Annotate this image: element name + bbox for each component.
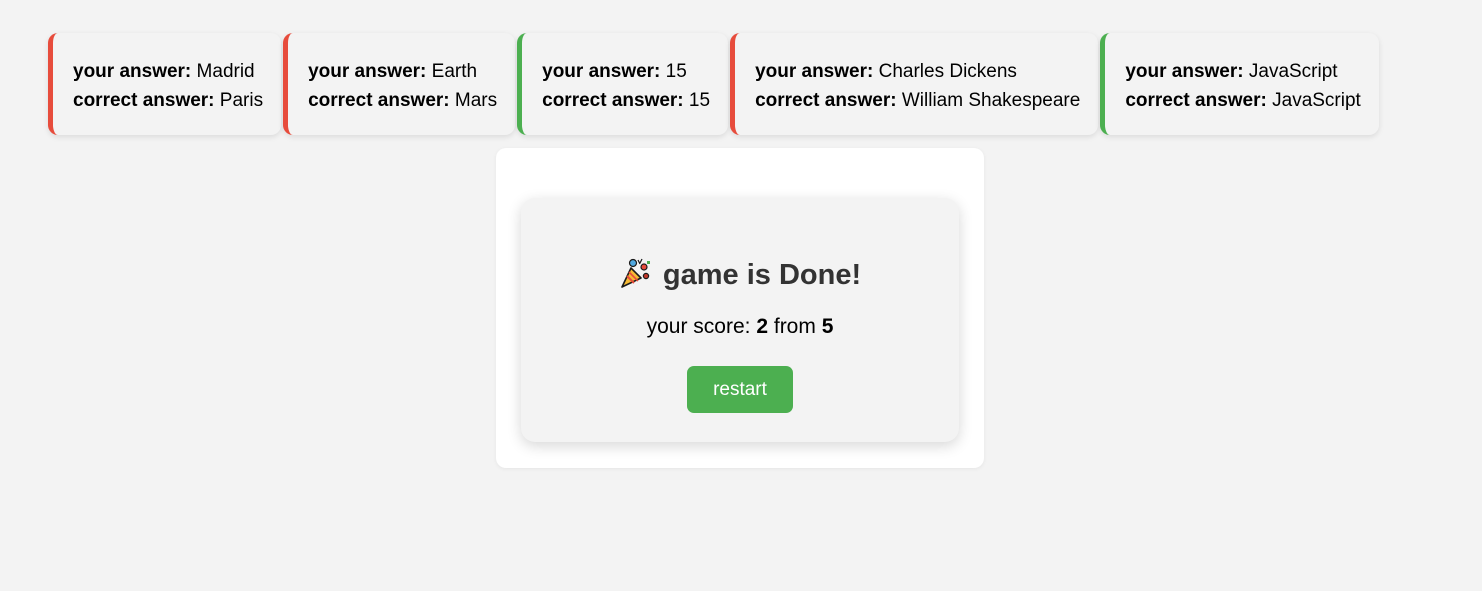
answer-card: your answer: Charles Dickens correct ans… [730,33,1099,135]
correct-answer-line: correct answer: William Shakespeare [755,86,1080,115]
your-answer-label: your answer: [755,61,874,82]
score-prefix: your score: [646,315,751,338]
your-answer-value: JavaScript [1248,61,1338,82]
correct-answer-label: correct answer: [755,90,897,111]
answer-card: your answer: Earth correct answer: Mars [283,33,516,135]
score-line: your score: 2 from 5 [521,315,959,339]
your-answer-value: 15 [665,61,687,82]
score-value: 2 [756,315,769,338]
your-answer-label: your answer: [73,61,192,82]
score-total: 5 [821,315,834,338]
correct-answer-value: Mars [454,90,498,111]
correct-answer-value: JavaScript [1272,90,1361,111]
your-answer-label: your answer: [308,61,427,82]
correct-answer-label: correct answer: [308,90,450,111]
party-popper-icon [619,256,653,290]
your-answer-line: your answer: Earth [308,57,497,86]
answer-card: your answer: Madrid correct answer: Pari… [48,33,282,135]
correct-answer-label: correct answer: [73,90,215,111]
result-title-text: game is Done! [662,259,862,291]
correct-answer-label: correct answer: [542,90,684,111]
score-joiner: from [773,315,816,338]
answer-card: your answer: 15 correct answer: 15 [517,33,729,135]
your-answer-value: Madrid [196,61,255,82]
your-answer-line: your answer: Charles Dickens [755,57,1080,86]
your-answer-line: your answer: Madrid [73,57,263,86]
result-card: game is Done! your score: 2 from 5 resta… [521,198,959,442]
your-answer-label: your answer: [1125,61,1244,82]
correct-answer-label: correct answer: [1125,90,1267,111]
correct-answer-value: William Shakespeare [901,90,1081,111]
correct-answer-line: correct answer: Mars [308,86,497,115]
your-answer-line: your answer: 15 [542,57,710,86]
result-title: game is Done! [521,256,959,292]
result-panel: game is Done! your score: 2 from 5 resta… [496,148,984,468]
correct-answer-line: correct answer: JavaScript [1125,86,1361,115]
correct-answer-value: 15 [688,90,711,111]
your-answer-label: your answer: [542,61,661,82]
your-answer-value: Earth [431,61,478,82]
correct-answer-line: correct answer: 15 [542,86,710,115]
your-answer-value: Charles Dickens [878,61,1017,82]
correct-answer-line: correct answer: Paris [73,86,263,115]
answer-review-list: your answer: Madrid correct answer: Pari… [48,33,1379,135]
your-answer-line: your answer: JavaScript [1125,57,1361,86]
answer-card: your answer: JavaScript correct answer: … [1100,33,1379,135]
correct-answer-value: Paris [219,90,264,111]
restart-button[interactable]: restart [687,366,793,413]
